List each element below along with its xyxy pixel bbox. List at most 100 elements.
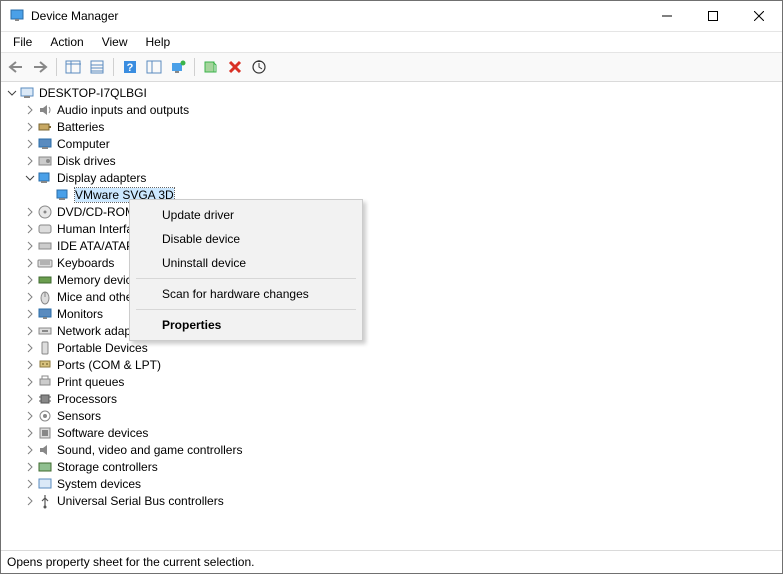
tree-device-selected[interactable]: VMware SVGA 3D <box>5 186 778 203</box>
tree-category[interactable]: Print queues <box>5 373 778 390</box>
tree-category[interactable]: Mice and other pointing devices <box>5 288 778 305</box>
tree-label: Computer <box>57 137 110 151</box>
expander-closed-icon[interactable] <box>23 224 37 234</box>
context-menu-update-driver[interactable]: Update driver <box>132 203 360 227</box>
device-tree[interactable]: DESKTOP-I7QLBGI Audio inputs and outputs… <box>1 82 782 550</box>
expander-closed-icon[interactable] <box>23 445 37 455</box>
tree-label: Processors <box>57 392 117 406</box>
tree-category[interactable]: Memory devices <box>5 271 778 288</box>
expander-closed-icon[interactable] <box>23 156 37 166</box>
window-title: Device Manager <box>31 9 644 23</box>
context-menu-scan-hardware[interactable]: Scan for hardware changes <box>132 282 360 306</box>
tree-category[interactable]: DVD/CD-ROM drives <box>5 203 778 220</box>
tree-label: Disk drives <box>57 154 116 168</box>
expander-closed-icon[interactable] <box>23 207 37 217</box>
expander-closed-icon[interactable] <box>23 292 37 302</box>
minimize-button[interactable] <box>644 1 690 31</box>
menu-action[interactable]: Action <box>42 33 91 51</box>
tree-label: Sensors <box>57 409 101 423</box>
tree-category[interactable]: Sound, video and game controllers <box>5 441 778 458</box>
expander-closed-icon[interactable] <box>23 496 37 506</box>
uninstall-device-button-tb[interactable] <box>224 56 246 78</box>
expander-closed-icon[interactable] <box>23 326 37 336</box>
tree-category[interactable]: Human Interface Devices <box>5 220 778 237</box>
update-driver-button-tb[interactable] <box>167 56 189 78</box>
tree-category[interactable]: Computer <box>5 135 778 152</box>
monitor-icon <box>37 306 53 322</box>
software-device-icon <box>37 425 53 441</box>
tree-category[interactable]: Monitors <box>5 305 778 322</box>
tree-label: Batteries <box>57 120 104 134</box>
storage-controller-icon <box>37 459 53 475</box>
sensor-icon <box>37 408 53 424</box>
tree-category[interactable]: Audio inputs and outputs <box>5 101 778 118</box>
tree-category[interactable]: Portable Devices <box>5 339 778 356</box>
tree-root[interactable]: DESKTOP-I7QLBGI <box>5 84 778 101</box>
scan-hardware-button-tb[interactable] <box>248 56 270 78</box>
expander-closed-icon[interactable] <box>23 122 37 132</box>
processor-icon <box>37 391 53 407</box>
show-hide-tree-button[interactable] <box>62 56 84 78</box>
expander-closed-icon[interactable] <box>23 309 37 319</box>
tree-category[interactable]: Sensors <box>5 407 778 424</box>
expander-closed-icon[interactable] <box>23 139 37 149</box>
tree-label: Portable Devices <box>57 341 148 355</box>
toolbar-separator <box>194 58 195 76</box>
help-button[interactable]: ? <box>119 56 141 78</box>
forward-button[interactable] <box>29 56 51 78</box>
scan-button-tb[interactable] <box>143 56 165 78</box>
tree-label: Sound, video and game controllers <box>57 443 242 457</box>
sound-icon <box>37 442 53 458</box>
context-menu-uninstall-device[interactable]: Uninstall device <box>132 251 360 275</box>
display-adapter-icon <box>55 187 71 203</box>
context-menu-separator <box>136 278 356 279</box>
tree-category[interactable]: Software devices <box>5 424 778 441</box>
portable-device-icon <box>37 340 53 356</box>
toolbar-separator <box>56 58 57 76</box>
tree-category[interactable]: Batteries <box>5 118 778 135</box>
context-menu-disable-device[interactable]: Disable device <box>132 227 360 251</box>
expander-closed-icon[interactable] <box>23 394 37 404</box>
expander-closed-icon[interactable] <box>23 241 37 251</box>
expander-closed-icon[interactable] <box>23 258 37 268</box>
svg-text:?: ? <box>127 62 134 74</box>
tree-category[interactable]: Disk drives <box>5 152 778 169</box>
window-controls <box>644 1 782 31</box>
expander-closed-icon[interactable] <box>23 105 37 115</box>
computer-icon <box>19 85 35 101</box>
tree-category[interactable]: Storage controllers <box>5 458 778 475</box>
tree-label: Storage controllers <box>57 460 158 474</box>
tree-category-display[interactable]: Display adapters <box>5 169 778 186</box>
expander-closed-icon[interactable] <box>23 479 37 489</box>
expander-closed-icon[interactable] <box>23 428 37 438</box>
tree-category[interactable]: Ports (COM & LPT) <box>5 356 778 373</box>
menu-file[interactable]: File <box>5 33 40 51</box>
maximize-button[interactable] <box>690 1 736 31</box>
tree-label: Ports (COM & LPT) <box>57 358 161 372</box>
tree-category[interactable]: Keyboards <box>5 254 778 271</box>
memory-icon <box>37 272 53 288</box>
expander-closed-icon[interactable] <box>23 343 37 353</box>
tree-category[interactable]: IDE ATA/ATAPI controllers <box>5 237 778 254</box>
ide-icon <box>37 238 53 254</box>
expander-closed-icon[interactable] <box>23 275 37 285</box>
properties-button[interactable] <box>86 56 108 78</box>
close-button[interactable] <box>736 1 782 31</box>
tree-category[interactable]: Universal Serial Bus controllers <box>5 492 778 509</box>
tree-category[interactable]: Processors <box>5 390 778 407</box>
expander-open-icon[interactable] <box>23 173 37 183</box>
expander-closed-icon[interactable] <box>23 462 37 472</box>
menu-help[interactable]: Help <box>138 33 179 51</box>
expander-closed-icon[interactable] <box>23 377 37 387</box>
tree-category[interactable]: System devices <box>5 475 778 492</box>
expander-open-icon[interactable] <box>5 88 19 98</box>
context-menu-properties[interactable]: Properties <box>132 313 360 337</box>
expander-closed-icon[interactable] <box>23 411 37 421</box>
tree-label: Display adapters <box>57 171 146 185</box>
tree-category[interactable]: Network adapters <box>5 322 778 339</box>
expander-closed-icon[interactable] <box>23 360 37 370</box>
context-menu-separator <box>136 309 356 310</box>
menu-view[interactable]: View <box>94 33 136 51</box>
enable-device-button-tb[interactable] <box>200 56 222 78</box>
back-button[interactable] <box>5 56 27 78</box>
